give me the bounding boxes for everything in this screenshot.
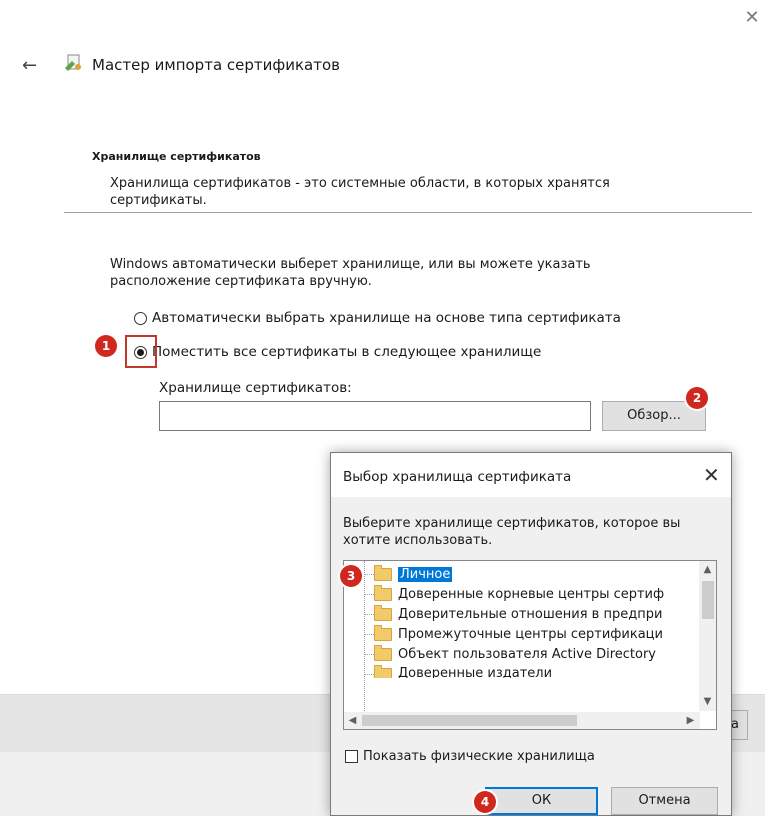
step-badge-1: 1 [95, 335, 117, 357]
tree-item-trusted-root[interactable]: Доверенные корневые центры сертиф [374, 584, 664, 604]
tree-item-ad-user-object[interactable]: Объект пользователя Active Directory [374, 644, 656, 664]
tree-item-enterprise-trust[interactable]: Доверительные отношения в предпри [374, 604, 662, 624]
folder-icon [374, 564, 392, 581]
scroll-down-icon[interactable]: ▼ [699, 693, 716, 710]
horizontal-scroll-thumb[interactable] [362, 715, 577, 726]
radio-button-auto[interactable] [134, 311, 147, 325]
show-physical-stores-checkbox[interactable]: Показать физические хранилища [345, 749, 595, 764]
tree-branch [364, 614, 374, 616]
back-arrow-icon[interactable]: ← [22, 55, 37, 76]
tree-item-intermediate[interactable]: Промежуточные центры сертификаци [374, 624, 663, 644]
store-label: Хранилище сертификатов: [159, 380, 352, 396]
info-text: Windows автоматически выберет хранилище,… [110, 257, 591, 289]
radio-auto-label: Автоматически выбрать хранилище на основ… [152, 310, 621, 326]
folder-icon [374, 665, 392, 678]
dialog-title: Выбор хранилища сертификата [343, 469, 572, 485]
tree-branch [364, 574, 374, 576]
tree-item-label: Промежуточные центры сертификаци [398, 626, 663, 642]
window-close-icon[interactable]: ✕ [744, 9, 760, 27]
vertical-scroll-thumb[interactable] [702, 581, 714, 619]
cancel-button[interactable]: Отмена [611, 787, 718, 815]
store-input[interactable] [159, 401, 591, 431]
store-tree[interactable]: Личное Доверенные корневые центры сертиф… [343, 560, 717, 730]
step-badge-3: 3 [340, 565, 362, 587]
tree-item-label: Доверенные издатели [398, 666, 553, 678]
section-description: Хранилища сертификатов - это системные о… [110, 176, 610, 208]
tree-item-label: Личное [398, 566, 453, 582]
tree-branch [364, 594, 374, 596]
step-badge-2: 2 [686, 387, 708, 409]
checkbox[interactable] [345, 750, 358, 763]
tree-item-label: Объект пользователя Active Directory [398, 646, 657, 662]
folder-icon [374, 644, 392, 661]
tree-item-trusted-publishers[interactable]: Доверенные издатели [374, 664, 552, 678]
radio-auto-select-store[interactable]: Автоматически выбрать хранилище на основ… [134, 308, 621, 328]
tree-branch [364, 634, 374, 636]
radio-place-all-in-store[interactable]: Поместить все сертификаты в следующее хр… [134, 342, 541, 362]
folder-icon [374, 584, 392, 601]
certificate-wizard-icon [65, 54, 81, 71]
tree-branch [364, 654, 374, 656]
folder-icon [374, 624, 392, 641]
select-store-dialog: Выбор хранилища сертификата ✕ Выберите х… [330, 452, 732, 816]
dialog-close-icon[interactable]: ✕ [703, 463, 720, 487]
tree-connector [364, 561, 366, 711]
tree-item-personal[interactable]: Личное [374, 564, 453, 584]
scroll-up-icon[interactable]: ▲ [699, 561, 716, 578]
scroll-right-icon[interactable]: ▶ [682, 712, 699, 729]
section-heading: Хранилище сертификатов [92, 150, 261, 163]
tree-item-label: Доверительные отношения в предпри [398, 606, 663, 622]
radio-manual-label: Поместить все сертификаты в следующее хр… [152, 344, 542, 360]
dialog-description: Выберите хранилище сертификатов, которое… [343, 516, 681, 548]
show-physical-label: Показать физические хранилища [363, 749, 595, 764]
scroll-left-icon[interactable]: ◀ [344, 712, 361, 729]
tree-branch [364, 674, 374, 676]
folder-icon [374, 604, 392, 621]
header-divider [64, 212, 752, 213]
step-badge-4: 4 [474, 791, 496, 813]
wizard-title: Мастер импорта сертификатов [92, 56, 340, 74]
radio-highlight-frame [125, 335, 157, 368]
tree-item-label: Доверенные корневые центры сертиф [398, 586, 665, 602]
ok-button[interactable]: ОК [485, 787, 598, 815]
